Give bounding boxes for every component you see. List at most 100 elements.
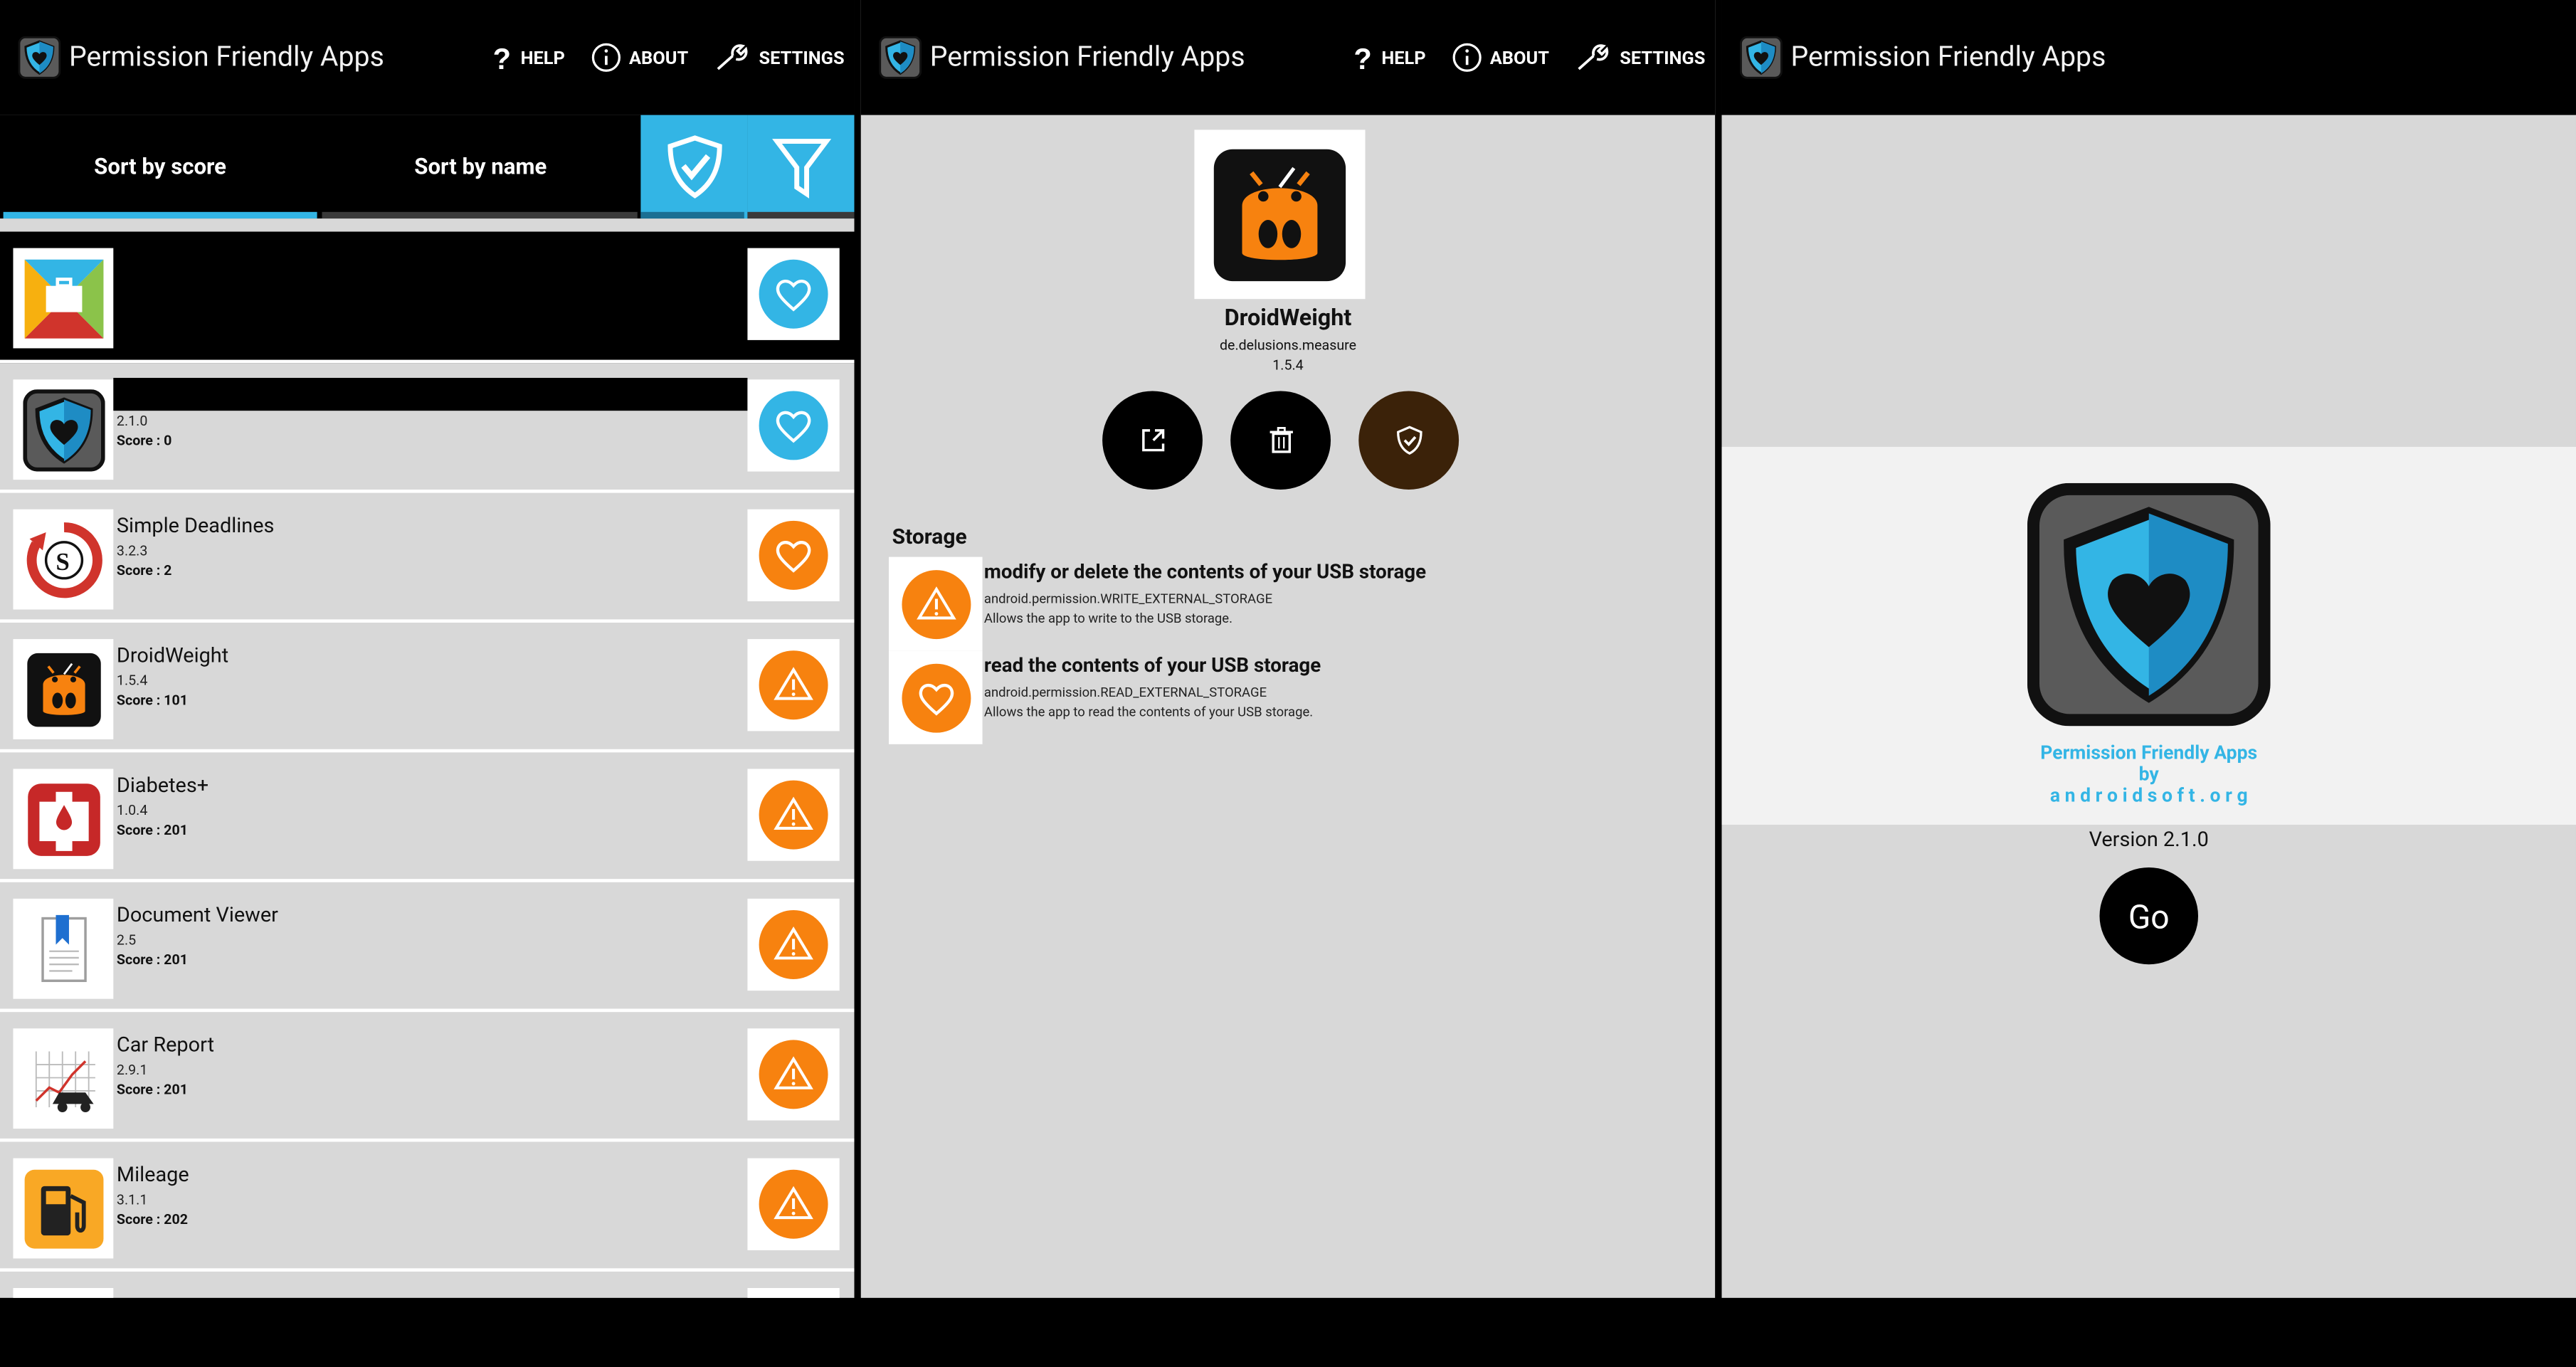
warning-badge (888, 556, 983, 651)
wrench-icon (1578, 44, 1609, 70)
open-button[interactable] (1102, 391, 1203, 490)
about-button[interactable]: ABOUT (1452, 43, 1549, 73)
tab-indicator (322, 211, 638, 219)
help-button[interactable]: ? HELP (1350, 43, 1426, 73)
about-label: ABOUT (628, 46, 689, 68)
about-by: by (2138, 762, 2159, 786)
warning-badge[interactable] (747, 1158, 840, 1250)
about-button[interactable]: ABOUT (591, 43, 688, 73)
info-icon (591, 43, 621, 72)
app-title: Permission Friendly Apps (929, 41, 1245, 74)
list-item[interactable]: DroidWeight 1.5.4 Score : 101 (0, 623, 855, 753)
trust-button[interactable] (1358, 391, 1459, 490)
tab-filter[interactable] (747, 115, 855, 219)
app-version: 2.9.1 (116, 1062, 148, 1080)
app-version: 3.2.3 (116, 544, 148, 561)
heart-badge[interactable] (747, 248, 840, 340)
app-score: Score : 202 (116, 1212, 188, 1229)
permission-description: Allows the app to read the contents of y… (983, 704, 1314, 720)
app-name: Mileage (116, 1163, 189, 1188)
list-item[interactable] (0, 1272, 855, 1298)
panel-divider (1715, 115, 1722, 1298)
warning-icon (771, 1181, 817, 1228)
app-name: Simple Deadlines (116, 514, 275, 539)
help-button[interactable]: ? HELP (490, 43, 565, 73)
list-item[interactable]: 2.1.0 Score : 0 (0, 363, 855, 493)
svg-text:?: ? (492, 43, 510, 73)
app-logo-icon (18, 36, 60, 79)
permission-section-title: Storage (892, 525, 967, 551)
go-button[interactable]: Go (2099, 867, 2199, 965)
app-detail-panel: Permission Friendly Apps ? HELP ABOUT SE… (860, 0, 1716, 1298)
app-name: Document Viewer (116, 903, 278, 929)
permission-name: android.permission.WRITE_EXTERNAL_STORAG… (983, 591, 1273, 606)
tab-indicator (747, 211, 855, 219)
tab-sort-by-score[interactable]: Sort by score (0, 115, 320, 218)
tab-indicator-active (3, 211, 317, 219)
name-redacted-bar (113, 377, 748, 411)
panel-divider (854, 115, 861, 1298)
permission-item[interactable]: read the contents of your USB storage an… (888, 650, 1710, 744)
tab-verified[interactable] (640, 115, 748, 219)
help-icon: ? (1353, 43, 1371, 73)
detail-app-name: DroidWeight (1224, 305, 1352, 332)
action-bar: ? HELP ABOUT SETTINGS (1324, 0, 1705, 115)
app-logo-icon (879, 36, 922, 79)
app-version: 1.0.4 (116, 803, 148, 820)
shield-app-icon (13, 379, 114, 480)
uninstall-button[interactable] (1230, 391, 1331, 490)
settings-label: SETTINGS (1620, 46, 1706, 68)
shield-check-icon (667, 134, 722, 198)
list-item[interactable]: Car Report 2.9.1 Score : 201 (0, 1012, 855, 1142)
warning-icon (771, 662, 817, 708)
permission-item[interactable]: modify or delete the contents of your US… (888, 556, 1710, 651)
heart-badge (888, 650, 983, 744)
permission-description: Allows the app to write to the USB stora… (983, 611, 1232, 626)
warning-icon (771, 792, 817, 838)
mileage-app-icon (13, 1158, 114, 1259)
app-list-panel: Permission Friendly Apps ? HELP ABOUT SE… (0, 0, 855, 1298)
settings-button[interactable]: SETTINGS (1575, 43, 1705, 73)
document-viewer-app-icon (13, 898, 114, 999)
warning-badge[interactable] (747, 769, 840, 861)
about-version: Version 2.1.0 (2089, 828, 2209, 853)
warning-badge[interactable] (747, 898, 840, 991)
app-score: Score : 201 (116, 953, 188, 970)
diabetes-app-icon (13, 769, 114, 870)
app-name: DroidWeight (116, 643, 229, 669)
svg-text:S: S (55, 548, 68, 575)
permission-title: read the contents of your USB storage (983, 653, 1321, 677)
list-item[interactable]: Mileage 3.1.1 Score : 202 (0, 1142, 855, 1272)
tab-sort-by-name[interactable]: Sort by name (320, 115, 640, 218)
app-score: Score : 0 (116, 433, 172, 450)
settings-button[interactable]: SETTINGS (714, 43, 845, 73)
help-label: HELP (520, 46, 565, 68)
list-item[interactable]: S Simple Deadlines 3.2.3 Score : 2 (0, 493, 855, 623)
help-icon: ? (492, 43, 510, 73)
detail-package-name: de.delusions.measure (1219, 338, 1357, 355)
warning-icon (912, 581, 959, 627)
heart-icon (771, 532, 817, 579)
help-label: HELP (1381, 46, 1426, 68)
svg-text:?: ? (1353, 43, 1371, 73)
settings-label: SETTINGS (759, 46, 845, 68)
about-app-name: Permission Friendly Apps (2040, 741, 2258, 764)
app-title: Permission Friendly Apps (1790, 41, 2106, 74)
heart-badge[interactable] (747, 509, 840, 601)
list-item[interactable]: Diabetes+ 1.0.4 Score : 201 (0, 752, 855, 882)
warning-badge[interactable] (747, 639, 840, 732)
detail-app-icon (1194, 130, 1366, 300)
filter-icon (771, 137, 831, 198)
warning-badge[interactable] (747, 1028, 840, 1121)
list-item[interactable]: Document Viewer 2.5 Score : 201 (0, 882, 855, 1013)
app-score: Score : 2 (116, 563, 172, 580)
heart-badge[interactable] (747, 379, 840, 472)
warning-badge[interactable] (747, 1287, 840, 1298)
app-icon (13, 1287, 114, 1298)
tab-indicator (640, 211, 744, 219)
warning-icon (771, 1052, 817, 1098)
app-version: 2.5 (116, 933, 137, 950)
app-score: Score : 101 (116, 693, 188, 710)
app-logo-icon (1740, 36, 1783, 79)
list-item[interactable] (0, 231, 855, 364)
